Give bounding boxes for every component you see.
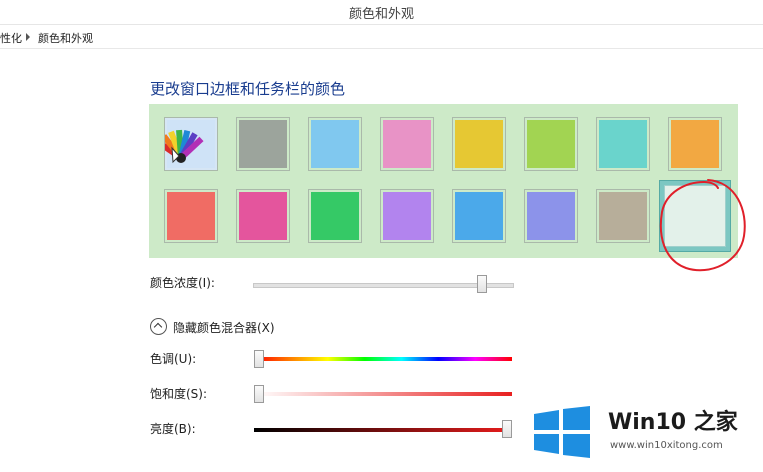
hue-slider-thumb[interactable] — [254, 350, 264, 368]
saturation-slider-track[interactable] — [254, 392, 512, 396]
collapse-mixer-icon[interactable] — [150, 318, 167, 335]
color-palette — [149, 104, 738, 258]
color-swatch[interactable] — [164, 189, 218, 243]
saturation-label: 饱和度(S): — [150, 387, 208, 401]
watermark-brand: Win10 之家 — [608, 410, 738, 435]
color-swatch[interactable] — [236, 117, 290, 171]
brightness-slider-thumb[interactable] — [502, 420, 512, 438]
watermark-url: www.win10xitong.com — [610, 440, 723, 451]
color-swatch[interactable] — [236, 189, 290, 243]
mixer-toggle-label[interactable]: 隐藏颜色混合器(X) — [173, 319, 275, 336]
color-wheel-icon — [165, 120, 215, 168]
color-swatch-selected[interactable] — [659, 180, 731, 252]
breadcrumb: 性化 颜色和外观 — [0, 26, 763, 49]
hue-label: 色调(U): — [150, 352, 197, 366]
color-swatch[interactable] — [524, 189, 578, 243]
title-bar: 颜色和外观 — [0, 0, 763, 25]
breadcrumb-item-personalization[interactable]: 性化 — [0, 30, 22, 46]
brightness-slider-track[interactable] — [254, 428, 512, 432]
color-swatch[interactable] — [596, 117, 650, 171]
saturation-slider-thumb[interactable] — [254, 385, 264, 403]
breadcrumb-separator-icon[interactable] — [26, 33, 30, 41]
color-swatch[interactable] — [452, 189, 506, 243]
color-swatch[interactable] — [452, 117, 506, 171]
color-swatch[interactable] — [668, 117, 722, 171]
breadcrumb-item-current[interactable]: 颜色和外观 — [38, 30, 93, 46]
color-swatch[interactable] — [308, 189, 362, 243]
color-swatch[interactable] — [380, 189, 434, 243]
intensity-label: 颜色浓度(I): — [150, 276, 215, 290]
brightness-label: 亮度(B): — [150, 422, 196, 436]
color-swatch[interactable] — [308, 117, 362, 171]
hue-slider-track[interactable] — [254, 357, 512, 361]
color-swatch[interactable] — [596, 189, 650, 243]
color-swatch[interactable] — [380, 117, 434, 171]
window-title: 颜色和外观 — [348, 7, 414, 22]
intensity-slider-track[interactable] — [253, 283, 514, 288]
watermark: Win10 之家 www.win10xitong.com — [530, 402, 763, 462]
intensity-slider-thumb[interactable] — [477, 275, 488, 293]
windows-logo-icon — [534, 406, 590, 458]
color-swatch[interactable] — [524, 117, 578, 171]
custom-color-swatch[interactable] — [164, 117, 218, 171]
page-heading: 更改窗口边框和任务栏的颜色 — [150, 80, 346, 98]
